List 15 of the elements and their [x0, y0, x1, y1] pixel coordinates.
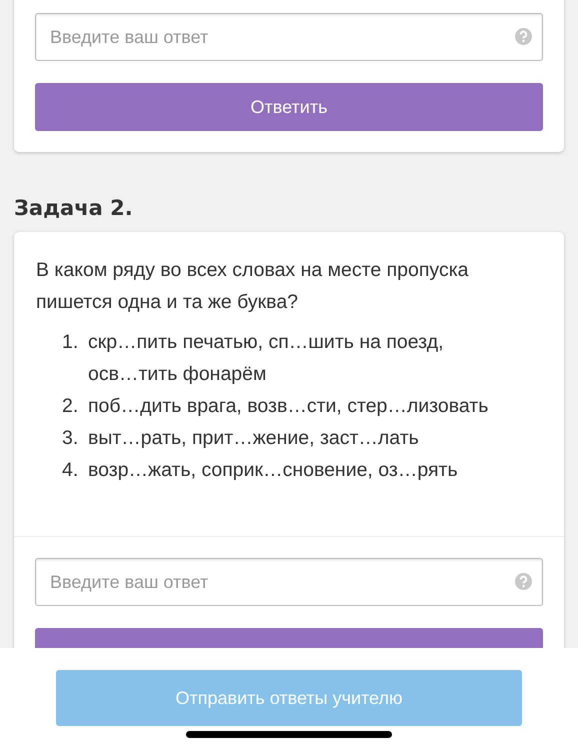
- question-text: В каком ряду во всех словах на месте пропуска пишется одна и та же буква?: [36, 258, 470, 315]
- help-icon[interactable]: [515, 573, 532, 590]
- answer-button[interactable]: [35, 628, 543, 648]
- option-text: выт…рать, прит…жение, заст…лать: [88, 426, 419, 451]
- option-text: поб…дить врага, возв…сти, стер…лизовать: [88, 394, 488, 419]
- answer-field[interactable]: Введите ваш ответ: [35, 13, 543, 61]
- option-text: возр…жать, соприк…сновение, оз…рять: [88, 458, 458, 483]
- option-number: 3.: [62, 426, 80, 451]
- help-icon[interactable]: [515, 28, 532, 45]
- answer-button[interactable]: Ответить: [35, 83, 543, 131]
- task-title: Задача 2.: [14, 196, 134, 220]
- option-number: 4.: [62, 458, 80, 483]
- answer-field[interactable]: Введите ваш ответ: [35, 558, 543, 606]
- option-number: 1.: [62, 330, 80, 355]
- option-number: 2.: [62, 394, 80, 419]
